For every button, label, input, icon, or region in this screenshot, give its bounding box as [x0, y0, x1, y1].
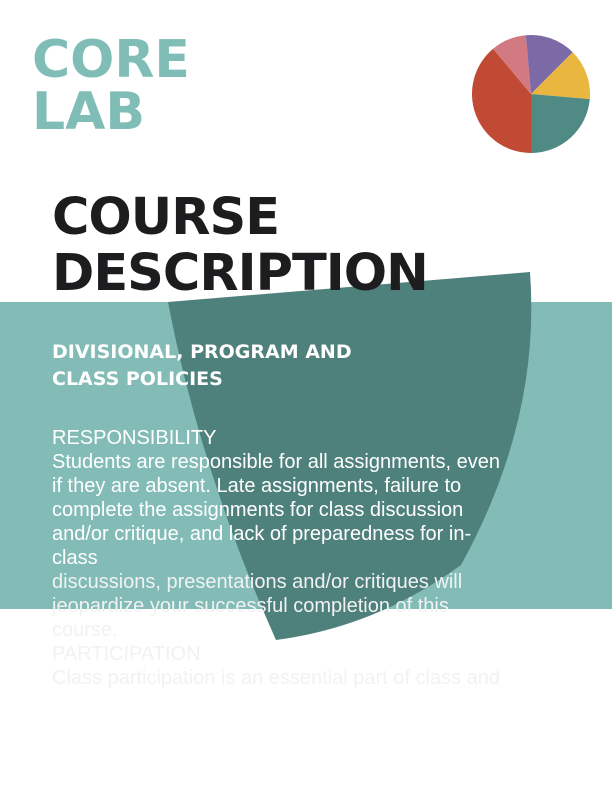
participation-heading: PARTICIPATION — [52, 643, 201, 665]
policies-subheading: DIVISIONAL, PROGRAM AND CLASS POLICIES — [52, 339, 472, 393]
responsibility-line-7: jeopardize your successful completion of… — [52, 595, 449, 617]
responsibility-line-5: class — [52, 547, 98, 569]
policy-body: RESPONSIBILITY Students are responsible … — [52, 426, 572, 690]
participation-line-1: Class participation is an essential part… — [52, 667, 501, 689]
responsibility-line-3: complete the assignments for class discu… — [52, 499, 464, 521]
subheading-line-1: DIVISIONAL, PROGRAM AND — [52, 341, 352, 363]
subheading-line-2: CLASS POLICIES — [52, 368, 223, 390]
responsibility-heading: RESPONSIBILITY — [52, 427, 217, 449]
title-line-2: DESCRIPTION — [52, 244, 429, 303]
responsibility-line-6: discussions, presentations and/or critiq… — [52, 571, 463, 593]
page-title: COURSE DESCRIPTION — [52, 188, 429, 303]
title-line-1: COURSE — [52, 188, 280, 247]
responsibility-line-4: and/or critique, and lack of preparednes… — [52, 523, 472, 545]
responsibility-line-1: Students are responsible for all assignm… — [52, 451, 501, 473]
responsibility-line-2: if they are absent. Late assignments, fa… — [52, 475, 462, 497]
responsibility-line-8: course. — [52, 619, 118, 641]
